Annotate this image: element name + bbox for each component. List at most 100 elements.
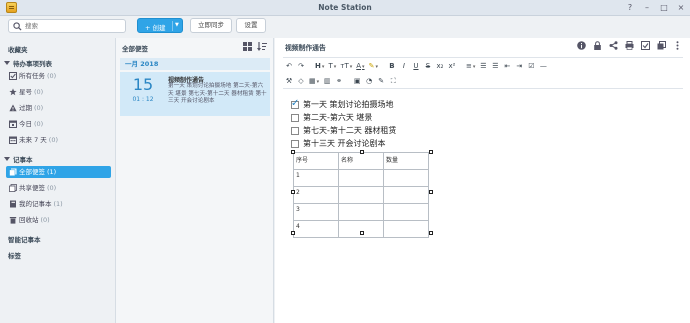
note-list-tools <box>243 42 267 51</box>
sidebar-group-notebooks[interactable]: 记事本 <box>4 154 33 164</box>
sidebar-item-today[interactable]: 今日 (0) <box>6 118 111 130</box>
note-card[interactable]: 15 01 : 12 视频制作通告 第一天 策划讨论拍摄场地 第二天-第六天 堪… <box>120 72 270 116</box>
table-dropdown[interactable]: ▦ <box>307 75 321 87</box>
table-cell[interactable] <box>338 186 384 204</box>
horizontal-rule-icon[interactable]: — <box>537 60 549 72</box>
checklist-item[interactable]: 第七天-第十二天 器材租赁 <box>291 125 396 137</box>
sidebar-item-my-notebooks[interactable]: 我的记事本 (1) <box>6 198 111 210</box>
resize-handle[interactable] <box>429 231 433 235</box>
checklist-item[interactable]: 第十三天 开会讨论剧本 <box>291 138 386 150</box>
table-cell[interactable] <box>383 220 429 238</box>
note-table[interactable]: 序号 名称 数量 1 2 3 4 <box>293 152 429 238</box>
audio-icon[interactable]: ◔ <box>363 75 375 87</box>
checkbox-unchecked[interactable] <box>291 114 299 122</box>
resize-handle[interactable] <box>429 190 433 194</box>
table-cell[interactable] <box>383 186 429 204</box>
copy-icon[interactable] <box>657 41 666 50</box>
image-icon[interactable]: ▣ <box>351 75 363 87</box>
sidebar-item-count: (0) <box>47 184 57 192</box>
resize-handle[interactable] <box>360 231 364 235</box>
sidebar-item-label: 今日 <box>19 120 32 128</box>
share-icon[interactable] <box>609 41 618 50</box>
font-color-dropdown[interactable]: A <box>354 60 366 72</box>
format-painter-icon[interactable]: ⚒ <box>283 75 295 87</box>
note-title[interactable]: 视频制作通告 <box>285 42 326 52</box>
subscript-button[interactable]: x₂ <box>434 60 446 72</box>
table-cell[interactable] <box>383 169 429 187</box>
table-header-cell[interactable]: 数量 <box>383 152 429 170</box>
maximize-icon[interactable]: □ <box>659 2 669 13</box>
create-button[interactable]: + 创建 ▼ <box>137 18 183 33</box>
editor-content[interactable]: ✓ 第一天 策划讨论拍摄场地 第二天-第六天 堪景 第七天-第十二天 器材租赁 … <box>283 94 683 322</box>
resize-handle[interactable] <box>291 190 295 194</box>
checkbox-unchecked[interactable] <box>291 140 299 148</box>
sidebar-group-todo[interactable]: 待办事项列表 <box>4 58 52 68</box>
table-cell[interactable]: 3 <box>293 203 339 221</box>
outdent-icon[interactable]: ⇤ <box>501 60 513 72</box>
sidebar-tags[interactable]: 标签 <box>8 250 21 260</box>
indent-icon[interactable]: ⇥ <box>513 60 525 72</box>
lock-icon[interactable] <box>593 41 602 50</box>
grid-view-icon[interactable] <box>243 42 252 51</box>
table-cell[interactable]: 4 <box>293 220 339 238</box>
more-icon[interactable] <box>673 41 682 50</box>
sidebar-item-trash[interactable]: 回收站 (0) <box>6 214 111 226</box>
strikethrough-button[interactable]: S <box>422 60 434 72</box>
chevron-down-icon[interactable]: ▼ <box>175 22 179 28</box>
checkbox-unchecked[interactable] <box>291 127 299 135</box>
table-cell[interactable]: 1 <box>293 169 339 187</box>
sort-icon[interactable] <box>257 42 267 51</box>
resize-handle[interactable] <box>360 150 364 154</box>
chart-icon[interactable]: ▥ <box>321 75 333 87</box>
resize-handle[interactable] <box>429 150 433 154</box>
sidebar-item-starred[interactable]: 星号 (0) <box>6 86 111 98</box>
checkbox-insert-icon[interactable]: ☑ <box>525 60 537 72</box>
table-header-cell[interactable]: 名称 <box>338 152 384 170</box>
help-icon[interactable]: ? <box>625 2 635 13</box>
font-size-dropdown[interactable]: ᴛT <box>338 60 354 72</box>
numbered-list-icon[interactable]: ☰ <box>477 60 489 72</box>
minimize-icon[interactable]: – <box>642 2 652 13</box>
bulleted-list-icon[interactable]: ☰ <box>489 60 501 72</box>
sidebar-item-overdue[interactable]: 过期 (0) <box>6 102 111 114</box>
sidebar-item-all-notes[interactable]: 全部便签 (1) <box>6 166 111 178</box>
sidebar-item-shared-notes[interactable]: 共享便签 (0) <box>6 182 111 194</box>
superscript-button[interactable]: x² <box>446 60 458 72</box>
table-cell[interactable]: 2 <box>293 186 339 204</box>
highlight-dropdown[interactable]: ✎ <box>367 60 380 72</box>
sidebar-smart-notebooks[interactable]: 智能记事本 <box>8 234 41 244</box>
checklist-item[interactable]: 第二天-第六天 堪景 <box>291 112 372 124</box>
close-icon[interactable]: × <box>676 2 686 13</box>
checklist-item[interactable]: ✓ 第一天 策划讨论拍摄场地 <box>291 98 394 111</box>
undo-icon[interactable]: ↶ <box>283 60 295 72</box>
search-input[interactable] <box>25 21 121 31</box>
redo-icon[interactable]: ↷ <box>295 60 307 72</box>
table-cell[interactable] <box>338 169 384 187</box>
table-cell[interactable] <box>338 203 384 221</box>
heading-dropdown[interactable]: H <box>313 60 326 72</box>
link-icon[interactable]: ⚭ <box>333 75 345 87</box>
sync-now-button[interactable]: 立即同步 <box>190 18 232 33</box>
binoculars-icon[interactable]: ⛶ <box>387 75 399 87</box>
print-icon[interactable] <box>625 41 634 50</box>
font-family-dropdown[interactable]: T <box>326 60 338 72</box>
checklist-icon[interactable] <box>641 41 650 50</box>
sidebar-item-all-tasks[interactable]: 所有任务 (0) <box>6 70 111 82</box>
info-icon[interactable] <box>577 41 586 50</box>
settings-button[interactable]: 设置 <box>236 18 266 33</box>
clear-format-icon[interactable]: ◇ <box>295 75 307 87</box>
underline-button[interactable]: U <box>410 60 422 72</box>
sidebar-item-next-7-days[interactable]: 未来 7 天 (0) <box>6 134 111 146</box>
align-dropdown[interactable]: ≡ <box>464 60 477 72</box>
calendar-week-icon <box>9 136 17 144</box>
bold-button[interactable]: B <box>386 60 398 72</box>
table-cell[interactable] <box>383 203 429 221</box>
italic-button[interactable]: I <box>398 60 410 72</box>
resize-handle[interactable] <box>291 231 295 235</box>
draw-icon[interactable]: ✎ <box>375 75 387 87</box>
sidebar-favorites[interactable]: 收藏夹 <box>8 44 28 54</box>
table-header-cell[interactable]: 序号 <box>293 152 339 170</box>
resize-handle[interactable] <box>291 150 295 154</box>
window-title: Note Station <box>318 3 372 12</box>
table-row: 3 <box>293 203 429 221</box>
